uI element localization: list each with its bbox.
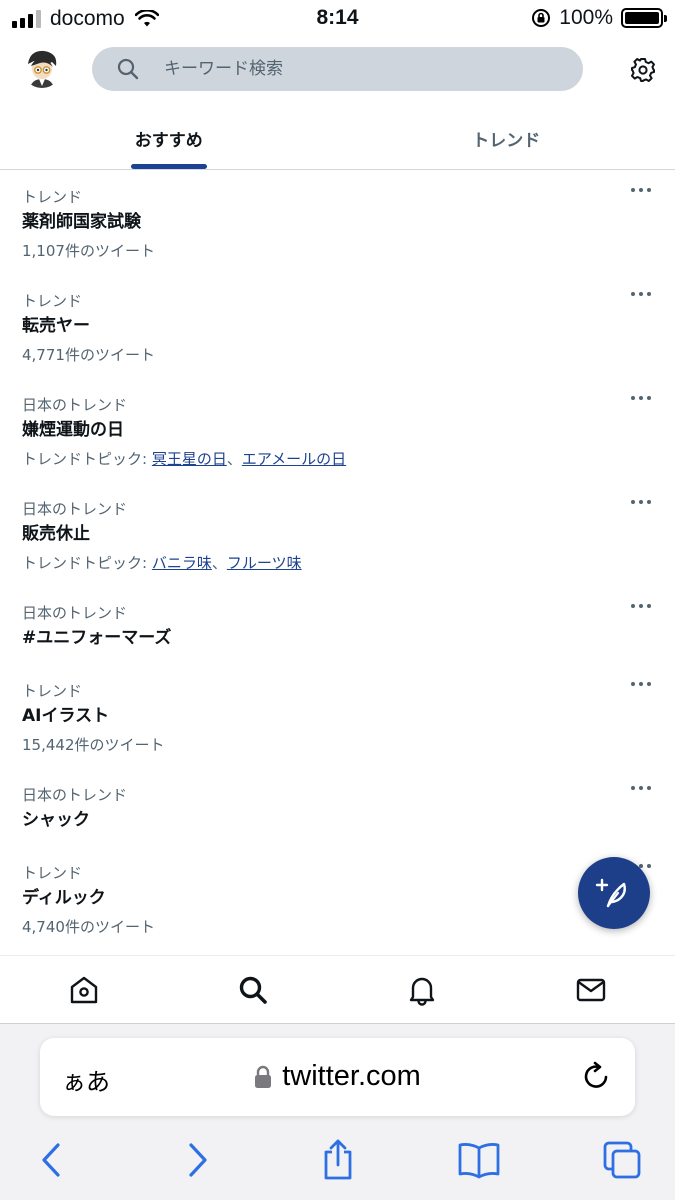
back-button[interactable] [28, 1136, 76, 1184]
topic-link[interactable]: エアメールの日 [242, 450, 346, 468]
status-bar: docomo 8:14 100% [0, 0, 675, 38]
topic-link[interactable]: バニラ味 [152, 554, 212, 572]
tab-trends[interactable]: トレンド [338, 100, 675, 169]
tab-bar: おすすめ トレンド [0, 100, 675, 170]
tabs-icon [603, 1141, 641, 1179]
search-box[interactable] [92, 47, 583, 91]
carrier-name: docomo [50, 7, 125, 30]
tab-recommended[interactable]: おすすめ [0, 100, 338, 169]
topic-link[interactable]: 冥王星の日 [152, 450, 227, 468]
share-button[interactable] [314, 1136, 362, 1184]
more-icon[interactable] [631, 500, 651, 506]
active-tab-indicator [130, 164, 207, 169]
more-icon[interactable] [631, 292, 651, 298]
more-icon[interactable] [631, 188, 651, 194]
status-left: docomo [12, 7, 159, 31]
topic-separator: 、 [211, 554, 227, 572]
trend-category: トレンド [22, 864, 83, 882]
topic-separator: 、 [226, 450, 242, 468]
header [0, 44, 675, 96]
back-icon [42, 1143, 60, 1177]
compose-tweet-button[interactable] [578, 857, 650, 929]
trend-topics: トレンドトピック: バニラ味、フルーツ味 [22, 554, 675, 572]
trend-name: 薬剤師国家試験 [22, 212, 141, 232]
address-bar[interactable]: ぁあ twitter.com [40, 1038, 635, 1116]
search-icon [117, 58, 139, 80]
trend-item[interactable]: トレンド 薬剤師国家試験 1,107件のツイート [0, 170, 675, 274]
tab-label: おすすめ [134, 131, 203, 151]
trend-category: トレンド [22, 682, 83, 700]
search-input[interactable] [164, 59, 544, 79]
trend-category: 日本のトレンド [22, 604, 128, 622]
nav-messages[interactable] [506, 956, 675, 1023]
trend-name: 販売休止 [22, 524, 90, 544]
trend-topics: トレンドトピック: 冥王星の日、エアメールの日 [22, 450, 675, 468]
compose-feather-icon [595, 878, 626, 908]
tabs-button[interactable] [598, 1136, 646, 1184]
status-right: 100% [531, 6, 667, 30]
orientation-lock-icon [532, 9, 551, 27]
trend-category: トレンド [22, 188, 83, 206]
trend-item[interactable]: 日本のトレンド 嫌煙運動の日 トレンドトピック: 冥王星の日、エアメールの日 [0, 378, 675, 482]
tweet-count: 4,740件のツイート [22, 918, 155, 936]
battery-icon [621, 8, 667, 28]
trend-category: 日本のトレンド [22, 786, 128, 804]
trend-category: 日本のトレンド [22, 500, 128, 518]
topic-link[interactable]: フルーツ味 [227, 554, 302, 572]
trend-item[interactable]: 日本のトレンド シャック [0, 768, 675, 846]
tweet-count: 15,442件のツイート [22, 736, 165, 754]
tweet-count: 1,107件のツイート [22, 242, 155, 260]
nav-search[interactable] [169, 956, 338, 1023]
avatar-illustration [28, 50, 57, 88]
mail-icon [576, 978, 605, 1001]
topics-label: トレンドトピック: [22, 554, 148, 572]
more-icon[interactable] [631, 786, 651, 792]
trend-name: 嫌煙運動の日 [22, 420, 124, 440]
trend-item[interactable]: 日本のトレンド #ユニフォーマーズ [0, 586, 675, 664]
trend-name: シャック [22, 810, 90, 830]
wifi-icon [134, 10, 159, 27]
forward-button[interactable] [173, 1136, 221, 1184]
tab-label: トレンド [472, 131, 541, 151]
browser-nav-tools [0, 1136, 675, 1184]
nav-home[interactable] [0, 956, 169, 1023]
trend-name: AIイラスト [22, 706, 110, 726]
trend-item[interactable]: トレンド ディルック 4,740件のツイート [0, 846, 675, 946]
lock-icon [255, 1065, 272, 1088]
tweet-count: 4,771件のツイート [22, 346, 155, 364]
url-text: twitter.com [282, 1060, 421, 1092]
trend-item[interactable]: トレンド AIイラスト 15,442件のツイート [0, 664, 675, 768]
trend-list: トレンド 薬剤師国家試験 1,107件のツイート トレンド 転売ヤー 4,771… [0, 170, 675, 946]
more-icon[interactable] [631, 682, 651, 688]
trend-name: #ユニフォーマーズ [22, 628, 172, 648]
bookmarks-button[interactable] [455, 1136, 503, 1184]
nav-notifications[interactable] [338, 956, 507, 1023]
more-icon[interactable] [631, 396, 651, 402]
more-icon[interactable] [631, 604, 651, 610]
trend-category: トレンド [22, 292, 83, 310]
signal-icon [12, 10, 41, 28]
reload-icon[interactable] [581, 1060, 613, 1092]
url-display[interactable]: twitter.com [40, 1060, 635, 1093]
avatar[interactable] [22, 48, 62, 88]
trend-item[interactable]: トレンド 転売ヤー 4,771件のツイート [0, 274, 675, 378]
share-icon [324, 1139, 352, 1180]
bell-icon [409, 977, 435, 1006]
browser-toolbar: ぁあ twitter.com [0, 1023, 675, 1200]
bookmarks-icon [458, 1143, 500, 1179]
battery-percent: 100% [559, 6, 613, 29]
gear-icon[interactable] [630, 57, 656, 83]
bottom-nav [0, 955, 675, 1023]
forward-icon [189, 1143, 207, 1177]
trend-name: 転売ヤー [22, 316, 90, 336]
trend-item[interactable]: 日本のトレンド 販売休止 トレンドトピック: バニラ味、フルーツ味 [0, 482, 675, 586]
topics-label: トレンドトピック: [22, 450, 148, 468]
home-icon [71, 976, 98, 1003]
search-icon [239, 976, 267, 1004]
trend-category: 日本のトレンド [22, 396, 128, 414]
